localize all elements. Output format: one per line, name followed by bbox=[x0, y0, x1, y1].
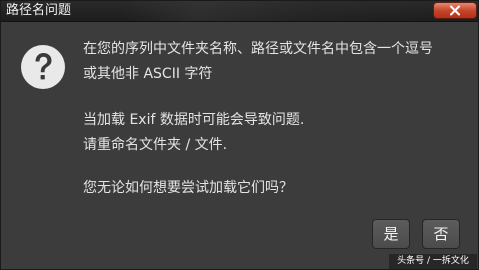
message-line-2: 或其他非 ASCII 字符 bbox=[83, 66, 213, 82]
watermark: 头条号 / 一拆文化 bbox=[389, 254, 477, 269]
message-question: 您无论如何想要尝试加载它们吗？ bbox=[83, 180, 293, 196]
message-line-3: 当加载 Exif 数据时可能会导致问题. bbox=[83, 112, 305, 128]
window-title: 路径名问题 bbox=[6, 3, 72, 18]
question-icon bbox=[21, 45, 65, 89]
yes-button[interactable]: 是 bbox=[372, 219, 410, 249]
dialog-window: 路径名问题 在您的序列中文件夹名称、路径或文件名中包含一个逗号 或其他非 ASC… bbox=[0, 0, 479, 270]
message-line-1: 在您的序列中文件夹名称、路径或文件名中包含一个逗号 bbox=[83, 41, 433, 57]
message-line-4: 请重命名文件夹 / 文件. bbox=[83, 137, 228, 153]
close-icon bbox=[450, 5, 460, 16]
no-button[interactable]: 否 bbox=[422, 219, 460, 249]
close-button[interactable] bbox=[433, 2, 477, 19]
background-window-strip bbox=[123, 1, 423, 21]
title-bar[interactable]: 路径名问题 bbox=[1, 1, 478, 22]
